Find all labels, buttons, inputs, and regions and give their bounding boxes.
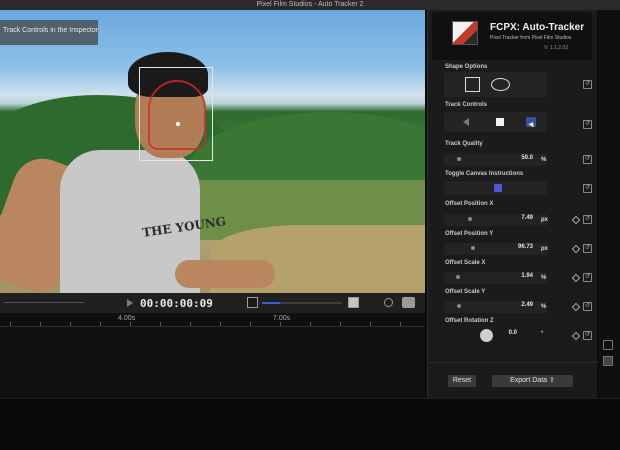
reset-shape-icon[interactable]: ↺ [583,80,592,89]
plugin-version: V: 1.1.2.02 [544,45,568,51]
offset-scale-y-slider[interactable]: 2.49 [444,301,547,313]
timeline[interactable]: 4.00s 7.00s [0,313,425,398]
offset-position-y-label: Offset Position Y [445,231,494,237]
offset-position-x-value[interactable]: 7.49 [521,215,533,221]
toggle-canvas-label: Toggle Canvas Instructions [445,171,524,177]
runner-forearm [175,260,275,288]
toggle-view-icon[interactable] [603,356,613,366]
right-tool-strip [598,10,620,398]
toggle-canvas-checkbox[interactable] [494,184,502,192]
zoom-slider[interactable] [262,302,342,304]
timeline-ruler[interactable]: 4.00s 7.00s [0,313,425,327]
offset-position-x-label: Offset Position X [445,201,494,207]
reset-position-x-icon[interactable]: ↺ [583,215,592,224]
fullscreen-icon[interactable] [348,297,359,308]
reset-scale-y-icon[interactable]: ↺ [583,302,592,311]
unit-label: % [541,304,547,310]
plugin-title: FCPX: Auto-Tracker [490,22,585,33]
track-quality-label: Track Quality [445,141,483,147]
play-icon[interactable] [127,299,133,307]
reset-toggle-icon[interactable]: ↺ [583,184,592,193]
offset-scale-x-label: Offset Scale X [445,260,486,266]
ruler-label: 4.00s [118,315,136,322]
offset-position-y-value[interactable]: 96.73 [518,244,533,250]
slider-knob[interactable] [457,304,461,308]
export-data-button[interactable]: Export Data ⇪ [492,375,573,387]
plugin-logo [452,21,478,45]
zoom-slider-fill [262,302,280,304]
tracker-center-handle[interactable] [176,122,180,126]
transport-bar: 00:00:00:09 [0,293,425,313]
ruler-label: 7.00s [273,315,291,322]
ellipse-shape-icon[interactable] [491,78,510,91]
plugin-header: FCPX: Auto-Tracker Pixel Tracker from Pi… [432,12,592,60]
unit-label: ° [541,331,544,337]
offset-position-y-slider[interactable]: 96.73 [444,243,547,255]
track-backward-icon[interactable] [463,118,469,126]
camera-icon[interactable] [402,297,415,308]
timecode-display: 00:00:00:09 [140,297,213,310]
scrub-track[interactable] [4,302,84,303]
reset-quality-icon[interactable]: ↺ [583,155,592,164]
track-controls-label: Track Controls [445,102,488,108]
inspector-footer: Reset Export Data ⇪ [428,362,598,398]
rotation-dial[interactable] [480,329,493,342]
offset-rotation-z-value[interactable]: 0.0 [509,330,517,336]
stop-icon[interactable] [496,118,504,126]
record-icon[interactable] [384,298,393,307]
canvas-hint: Track Controls in the Inspector to [0,20,98,45]
unit-label: % [541,157,547,163]
track-quality-slider[interactable]: 50.0 [444,154,547,166]
offset-position-x-slider[interactable]: 7.49 [444,214,547,226]
toggle-canvas-row [444,181,547,195]
reset-button[interactable]: Reset [448,375,476,387]
track-controls-panel [444,112,547,132]
reset-rotation-z-icon[interactable]: ↺ [583,331,592,340]
browser-area [0,398,620,450]
slider-knob[interactable] [456,275,460,279]
plugin-subtitle: Pixel Tracker from Pixel Film Studios [490,35,572,41]
offset-scale-y-value[interactable]: 2.49 [521,302,533,308]
shape-options-panel [444,72,547,97]
keyframe-icon[interactable] [571,273,581,283]
window-title: Pixel Film Studios - Auto Tracker 2 [0,0,620,10]
expand-icon[interactable] [603,340,613,350]
offset-scale-x-slider[interactable]: 1.94 [444,272,547,284]
offset-scale-y-label: Offset Scale Y [445,289,486,295]
slider-knob[interactable] [468,217,472,221]
keyframe-icon[interactable] [571,215,581,225]
slider-knob[interactable] [457,157,461,161]
reset-position-y-icon[interactable]: ↺ [583,244,592,253]
unit-label: px [541,246,549,252]
track-quality-value[interactable]: 50.0 [521,155,533,161]
offset-rotation-z-label: Offset Rotation Z [445,318,494,324]
keyframe-icon[interactable] [571,244,581,254]
export-data-label: Export Data [510,377,548,384]
square-shape-icon[interactable] [465,77,480,92]
keyframe-icon[interactable] [571,331,581,341]
video-viewer[interactable]: THE YOUNG Track Controls in the Inspecto… [0,10,425,293]
reset-track-icon[interactable]: ↺ [583,120,592,129]
offset-rotation-z-row: 0.0 [444,329,547,342]
slider-knob[interactable] [471,246,475,250]
tracker-bounding-box[interactable] [139,67,213,161]
crop-icon[interactable] [247,297,258,308]
unit-label: px [541,217,549,223]
inspector-panel: FCPX: Auto-Tracker Pixel Tracker from Pi… [427,10,598,398]
offset-scale-x-value[interactable]: 1.94 [521,273,533,279]
reset-scale-x-icon[interactable]: ↺ [583,273,592,282]
shape-options-label: Shape Options [445,64,488,70]
keyframe-icon[interactable] [571,302,581,312]
export-icon: ⇪ [549,377,555,384]
unit-label: % [541,275,547,281]
